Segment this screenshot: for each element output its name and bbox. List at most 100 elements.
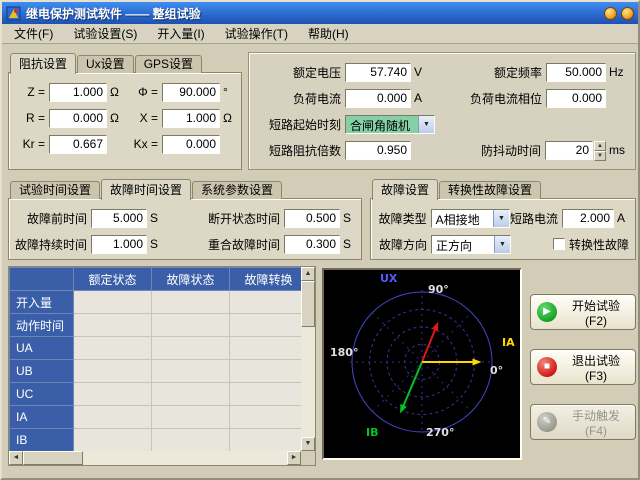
- fault-panel: 故障设置转换性故障设置 故障类型 A相接地 ▼ 短路电流 A 故障方向 正方向 …: [370, 178, 636, 260]
- r-input[interactable]: [49, 109, 107, 128]
- impedance-multiple-input[interactable]: [345, 141, 411, 160]
- table-header-cell: 额定状态: [74, 268, 152, 291]
- table-horizontal-scrollbar[interactable]: ◄ ►: [9, 451, 301, 465]
- menu-item-4[interactable]: 帮助(H): [302, 23, 355, 44]
- table-cell: [230, 383, 302, 406]
- fault-tab-1[interactable]: 转换性故障设置: [439, 181, 541, 199]
- chevron-down-icon[interactable]: ▼: [418, 116, 434, 133]
- table-cell: [230, 314, 302, 337]
- time-tabs: 试验时间设置故障时间设置系统参数设置: [8, 178, 362, 199]
- vertical-scroll-thumb[interactable]: [301, 281, 315, 327]
- table-cell: [152, 360, 230, 383]
- kr-label: Kr =: [15, 137, 45, 151]
- scroll-down-icon[interactable]: ▼: [301, 437, 315, 451]
- load-current-phase-input[interactable]: [546, 89, 606, 108]
- time-tab-0[interactable]: 试验时间设置: [10, 181, 100, 199]
- impedance-tab-0[interactable]: 阻抗设置: [10, 53, 76, 74]
- debounce-spinner[interactable]: ▲▼: [594, 141, 606, 160]
- app-window: 继电保护测试软件 —— 整组试验 文件(F)试验设置(S)开入量(I)试验操作(…: [0, 0, 640, 480]
- kx-input[interactable]: [162, 135, 220, 154]
- short-circuit-current-label: 短路电流: [510, 210, 558, 227]
- prefault-time-input[interactable]: [91, 209, 147, 228]
- exit-test-button[interactable]: ■ 退出试验(F3): [530, 349, 636, 385]
- phasor-label-ux: UX: [380, 272, 397, 285]
- time-tab-2[interactable]: 系统参数设置: [192, 181, 282, 199]
- chevron-down-icon[interactable]: ▼: [493, 210, 509, 227]
- menu-item-2[interactable]: 开入量(I): [151, 23, 210, 44]
- menu-item-1[interactable]: 试验设置(S): [67, 23, 143, 44]
- fault-tab-0[interactable]: 故障设置: [372, 179, 438, 200]
- fault-panel-body: 故障类型 A相接地 ▼ 短路电流 A 故障方向 正方向 ▼ 转换性故障: [370, 198, 636, 260]
- open-state-time-label: 断开状态时间: [162, 210, 280, 227]
- exit-test-label: 退出试验(F3): [563, 352, 629, 383]
- kr-input[interactable]: [49, 135, 107, 154]
- phi-input[interactable]: [162, 83, 220, 102]
- minimize-button[interactable]: [604, 7, 617, 20]
- debounce-time-unit: ms: [609, 143, 627, 157]
- chevron-down-icon[interactable]: ▼: [494, 236, 510, 253]
- load-current-input[interactable]: [345, 89, 411, 108]
- table-row: IA: [10, 406, 302, 429]
- table-cell: [74, 429, 152, 452]
- short-circuit-current-input[interactable]: [562, 209, 614, 228]
- table-header-cell: 故障转换: [230, 268, 302, 291]
- result-table-panel: 额定状态故障状态故障转换 开入量动作时间UAUBUCIAIB ▲ ▼ ◄ ►: [8, 266, 316, 466]
- start-test-button[interactable]: ▶ 开始试验(F2): [530, 294, 636, 330]
- close-button[interactable]: [621, 7, 634, 20]
- fault-direction-value: 正方向: [432, 236, 494, 253]
- short-circuit-start-label: 短路起始时刻: [255, 116, 341, 133]
- table-row: UC: [10, 383, 302, 406]
- z-input[interactable]: [49, 83, 107, 102]
- row-header-cell: UB: [10, 360, 74, 383]
- result-table: 额定状态故障状态故障转换 开入量动作时间UAUBUCIAIB: [9, 267, 301, 451]
- impedance-tab-2[interactable]: GPS设置: [135, 55, 202, 73]
- table-vertical-scrollbar[interactable]: ▲ ▼: [301, 267, 315, 451]
- table-cell: [74, 314, 152, 337]
- short-circuit-start-combo[interactable]: 合闸角随机 ▼: [345, 115, 435, 134]
- manual-trigger-button[interactable]: ✎ 手动触发(F4): [530, 404, 636, 440]
- app-icon: [6, 6, 21, 21]
- table-cell: [152, 429, 230, 452]
- stop-icon: ■: [537, 357, 557, 377]
- x-input[interactable]: [162, 109, 220, 128]
- row-header-cell: UA: [10, 337, 74, 360]
- fault-direction-combo[interactable]: 正方向 ▼: [431, 235, 511, 254]
- rated-voltage-input[interactable]: [345, 63, 411, 82]
- table-header-row: 额定状态故障状态故障转换: [10, 268, 302, 291]
- x-label: X =: [122, 111, 158, 125]
- table-row: 开入量: [10, 291, 302, 314]
- scroll-left-icon[interactable]: ◄: [9, 451, 23, 465]
- spinner-up-icon[interactable]: ▲: [594, 141, 606, 151]
- row-header-cell: UC: [10, 383, 74, 406]
- fault-direction-label: 故障方向: [377, 236, 427, 253]
- menu-item-0[interactable]: 文件(F): [8, 23, 59, 44]
- spinner-down-icon[interactable]: ▼: [594, 151, 606, 161]
- table-row: 动作时间: [10, 314, 302, 337]
- reclose-fault-time-input[interactable]: [284, 235, 340, 254]
- horizontal-scroll-thumb[interactable]: [23, 451, 83, 465]
- impedance-tab-1[interactable]: Ux设置: [77, 55, 134, 73]
- rated-frequency-input[interactable]: [546, 63, 606, 82]
- z-unit: Ω: [110, 85, 122, 99]
- time-tab-1[interactable]: 故障时间设置: [101, 179, 191, 200]
- table-cell: [74, 291, 152, 314]
- debounce-time-label: 防抖动时间: [426, 142, 541, 159]
- checkbox-box[interactable]: [553, 238, 565, 250]
- open-state-time-input[interactable]: [284, 209, 340, 228]
- impedance-panel: 阻抗设置Ux设置GPS设置 Z = Ω Φ = ° R = Ω X = Ω Kr…: [8, 52, 242, 170]
- debounce-time-input[interactable]: [545, 141, 593, 160]
- rating-panel: 额定电压 V 额定频率 Hz 负荷电流 A 负荷电流相位 短路起始时刻 合闸角随…: [248, 52, 636, 170]
- convertible-fault-checkbox[interactable]: 转换性故障: [553, 236, 629, 253]
- menu-item-3[interactable]: 试验操作(T): [219, 23, 294, 44]
- result-table-clip: 额定状态故障状态故障转换 开入量动作时间UAUBUCIAIB: [9, 267, 301, 451]
- prefault-time-label: 故障前时间: [15, 210, 87, 227]
- row-header-cell: 动作时间: [10, 314, 74, 337]
- scroll-up-icon[interactable]: ▲: [301, 267, 315, 281]
- scroll-right-icon[interactable]: ►: [287, 451, 301, 465]
- row-header-cell: IA: [10, 406, 74, 429]
- fault-type-combo[interactable]: A相接地 ▼: [431, 209, 510, 228]
- short-circuit-start-value: 合闸角随机: [346, 116, 418, 133]
- fault-duration-input[interactable]: [91, 235, 147, 254]
- impedance-multiple-label: 短路阻抗倍数: [255, 142, 341, 159]
- table-header-cell: [10, 268, 74, 291]
